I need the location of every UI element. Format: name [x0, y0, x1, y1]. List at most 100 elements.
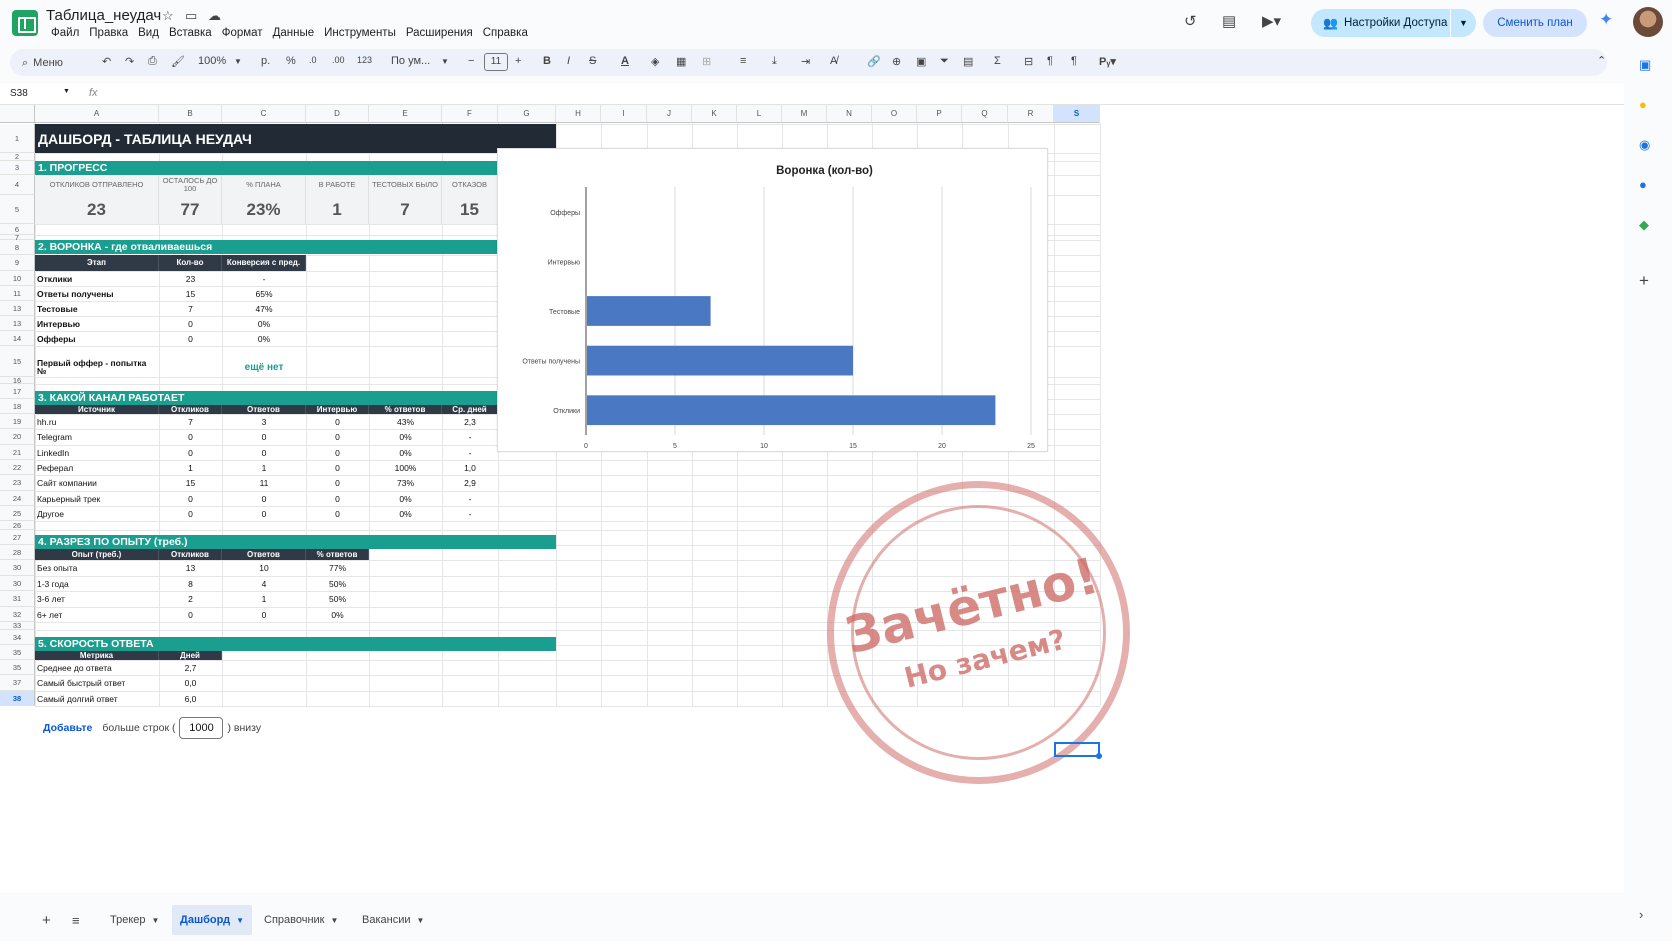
- table-cell[interactable]: 1-3 года: [35, 576, 159, 591]
- borders-icon[interactable]: ▦: [676, 55, 686, 68]
- table-cell[interactable]: Ответы получены: [35, 286, 159, 301]
- row-header[interactable]: 22: [0, 460, 35, 475]
- table-cell[interactable]: Другое: [35, 506, 159, 521]
- row-header[interactable]: 34: [0, 630, 35, 645]
- select-all-corner[interactable]: [0, 105, 35, 123]
- table-cell[interactable]: 0%: [369, 491, 442, 506]
- all-sheets-icon[interactable]: ≡: [64, 905, 88, 935]
- chevron-down-icon[interactable]: ▼: [331, 916, 339, 925]
- chevron-down-icon[interactable]: ▼: [236, 916, 244, 925]
- row-header[interactable]: 31: [0, 591, 35, 607]
- table-cell[interactable]: 15: [159, 286, 222, 301]
- table-cell[interactable]: 2,7: [159, 660, 222, 675]
- table-cell[interactable]: 100%: [369, 460, 442, 475]
- column-header[interactable]: O: [872, 105, 917, 123]
- font-size-input[interactable]: 11: [484, 53, 508, 71]
- menu-view[interactable]: Вид: [133, 27, 164, 39]
- table-cell[interactable]: -: [442, 491, 498, 506]
- table-cell[interactable]: 0: [222, 429, 306, 444]
- table-header[interactable]: % ответов: [369, 405, 442, 414]
- add-sheet-icon[interactable]: +: [34, 905, 59, 935]
- sheet-grid[interactable]: ABCDEFGHIJKLMNOPQRS 1 2 3 4 5 6 7 8 9 10 11 13 13 14 1…: [0, 105, 1624, 893]
- table-cell[interactable]: -: [442, 429, 498, 444]
- chevron-down-icon[interactable]: ▼: [417, 916, 425, 925]
- strikethrough-icon[interactable]: S: [589, 55, 596, 67]
- insert-comment-icon[interactable]: ⊕: [892, 55, 901, 68]
- text-direction-icon[interactable]: ¶: [1047, 55, 1053, 67]
- row-header[interactable]: 30: [0, 560, 35, 576]
- row-header[interactable]: 17: [0, 384, 35, 399]
- row-header[interactable]: 23: [0, 475, 35, 491]
- name-box-caret-icon[interactable]: ▼: [63, 88, 70, 95]
- table-cell[interactable]: 0: [306, 491, 369, 506]
- functions-icon[interactable]: Σ: [994, 55, 1001, 67]
- menu-edit[interactable]: Правка: [84, 27, 133, 39]
- tab-vacancies[interactable]: Вакансии ▼: [354, 905, 432, 935]
- table-cell[interactable]: 7: [159, 301, 222, 316]
- table-cell[interactable]: Карьерный трек: [35, 491, 159, 506]
- insert-chart-icon[interactable]: ▣: [916, 55, 926, 68]
- menu-insert[interactable]: Вставка: [164, 27, 217, 39]
- row-header[interactable]: 37: [0, 675, 35, 691]
- maps-icon[interactable]: ◆: [1639, 217, 1649, 233]
- text-rotation-icon[interactable]: A̸: [830, 55, 837, 67]
- row-header[interactable]: 32: [0, 607, 35, 622]
- table-cell[interactable]: 0: [159, 445, 222, 460]
- column-header[interactable]: K: [692, 105, 737, 123]
- first-offer-value[interactable]: ещё нет: [222, 357, 306, 377]
- filter-icon[interactable]: ⏷: [940, 55, 949, 68]
- row-header[interactable]: 9: [0, 255, 35, 271]
- table-cell[interactable]: 0%: [222, 316, 306, 331]
- table-cell[interactable]: 0%: [222, 331, 306, 346]
- merge-cells-icon[interactable]: ⊞: [702, 55, 711, 68]
- table-cell[interactable]: 47%: [222, 301, 306, 316]
- column-header[interactable]: J: [647, 105, 692, 123]
- rows-count-input[interactable]: 1000: [179, 717, 224, 739]
- table-cell[interactable]: 77%: [306, 560, 369, 575]
- table-cell[interactable]: 1: [159, 460, 222, 475]
- table-cell[interactable]: 10: [222, 560, 306, 575]
- chevron-down-icon[interactable]: ▼: [152, 916, 160, 925]
- italic-icon[interactable]: I: [567, 55, 570, 67]
- decrease-decimal-button[interactable]: .0: [309, 55, 317, 65]
- zoom-select[interactable]: 100%: [198, 55, 226, 67]
- table-cell[interactable]: 0: [159, 506, 222, 521]
- currency-format-button[interactable]: р.: [261, 55, 270, 67]
- table-cell[interactable]: Telegram: [35, 429, 159, 444]
- star-icon[interactable]: ☆: [162, 8, 174, 24]
- menu-format[interactable]: Формат: [217, 27, 268, 39]
- avatar[interactable]: [1633, 7, 1663, 37]
- tasks-icon[interactable]: ◉: [1639, 137, 1650, 153]
- row-header[interactable]: 11: [0, 286, 35, 301]
- filter-views-icon[interactable]: ▤: [963, 55, 973, 68]
- section-response-speed-title[interactable]: 5. СКОРОСТЬ ОТВЕТА: [35, 637, 556, 651]
- row-header[interactable]: 25: [0, 506, 35, 521]
- table-cell[interactable]: Самый быстрый ответ: [35, 675, 159, 690]
- menu-tools[interactable]: Инструменты: [319, 27, 401, 39]
- table-cell[interactable]: Реферал: [35, 460, 159, 475]
- table-cell[interactable]: 43%: [369, 414, 442, 429]
- table-header[interactable]: Откликов: [159, 405, 222, 414]
- table-cell[interactable]: 0: [306, 460, 369, 475]
- insert-link-icon[interactable]: 🔗: [867, 55, 881, 68]
- table-cell[interactable]: 0%: [369, 445, 442, 460]
- row-header[interactable]: 26: [0, 521, 35, 530]
- table-header[interactable]: Этап: [35, 255, 159, 271]
- table-header[interactable]: Дней: [159, 651, 222, 660]
- font-size-decrease-icon[interactable]: −: [468, 55, 474, 67]
- table-cell[interactable]: 0%: [369, 429, 442, 444]
- number-format-button[interactable]: 123: [357, 55, 372, 65]
- text-wrap-icon[interactable]: ⇥: [801, 55, 810, 68]
- collapse-toolbar-icon[interactable]: ⌃: [1597, 54, 1606, 67]
- text-color-icon[interactable]: A: [621, 55, 629, 67]
- table-cell[interactable]: 3: [222, 414, 306, 429]
- row-header[interactable]: 1: [0, 124, 35, 153]
- kpi-value[interactable]: 77: [159, 195, 222, 224]
- table-cell[interactable]: 1,0: [442, 460, 498, 475]
- table-header[interactable]: Метрика: [35, 651, 159, 660]
- input-tools-icon[interactable]: Рᵧ▾: [1099, 55, 1116, 68]
- menu-data[interactable]: Данные: [268, 27, 320, 39]
- table-header[interactable]: Ср. дней: [442, 405, 498, 414]
- menu-extensions[interactable]: Расширения: [401, 27, 478, 39]
- row-header[interactable]: 38: [0, 691, 35, 706]
